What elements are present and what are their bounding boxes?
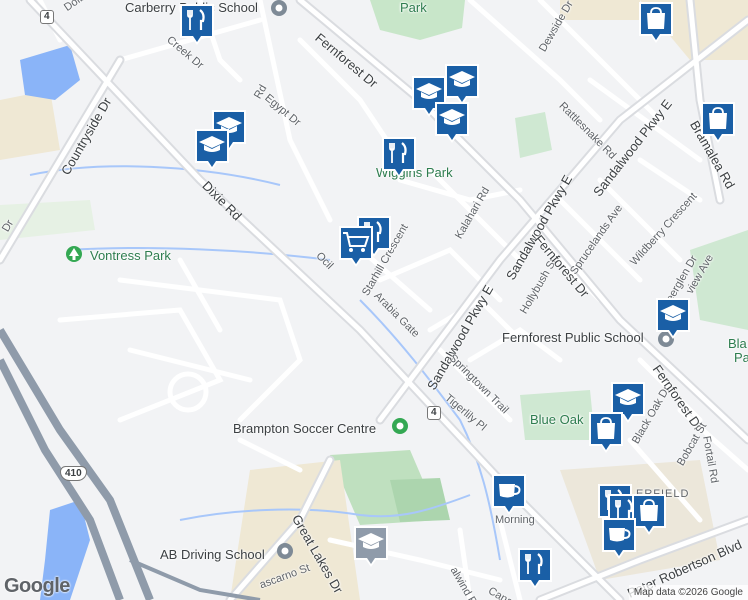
grocery-pin[interactable] <box>337 224 375 268</box>
shopping-pin-top-right[interactable] <box>637 0 675 44</box>
route-4-shield-mid: 4 <box>427 406 441 420</box>
label-bla: Bla <box>728 336 747 351</box>
label-park-top: Park <box>400 0 427 15</box>
school-pin-5[interactable] <box>433 100 471 144</box>
shopping-pin-blue-oak[interactable] <box>587 410 625 454</box>
driving-school-icon[interactable] <box>277 543 293 559</box>
map-attribution[interactable]: Map data ©2026 Google <box>628 585 748 600</box>
park-tree-icon <box>66 246 82 262</box>
label-pa: Pa <box>734 350 748 365</box>
highway-410-shield: 410 <box>60 466 87 481</box>
label-fernforest-school: Fernforest Public School <box>502 330 644 345</box>
cafe-pin-morning[interactable] <box>490 472 528 516</box>
school-pin-great-lakes[interactable] <box>352 524 390 568</box>
label-vontress-park: Vontress Park <box>90 248 171 263</box>
restaurant-pin-wiggins[interactable] <box>380 135 418 179</box>
school-pin-2[interactable] <box>193 127 231 171</box>
school-pin-fernforest[interactable] <box>654 296 692 340</box>
carberry-school-icon[interactable] <box>271 0 287 16</box>
soccer-centre-icon[interactable] <box>392 418 408 434</box>
google-logo: Google <box>4 575 70 597</box>
route-4-shield-top: 4 <box>40 10 54 24</box>
restaurant-pin[interactable] <box>178 2 216 46</box>
cafe-pin-erfield[interactable] <box>600 516 638 560</box>
map-canvas[interactable]: 4 4 410 Carberry Public School Dolby Cre… <box>0 0 748 600</box>
restaurant-pin-bottom[interactable] <box>516 546 554 590</box>
label-blue-oak: Blue Oak <box>530 412 584 427</box>
label-brampton-soccer-centre: Brampton Soccer Centre <box>233 421 377 436</box>
label-ab-driving-school: AB Driving School <box>160 547 265 562</box>
shopping-pin-bramalea[interactable] <box>699 100 737 144</box>
